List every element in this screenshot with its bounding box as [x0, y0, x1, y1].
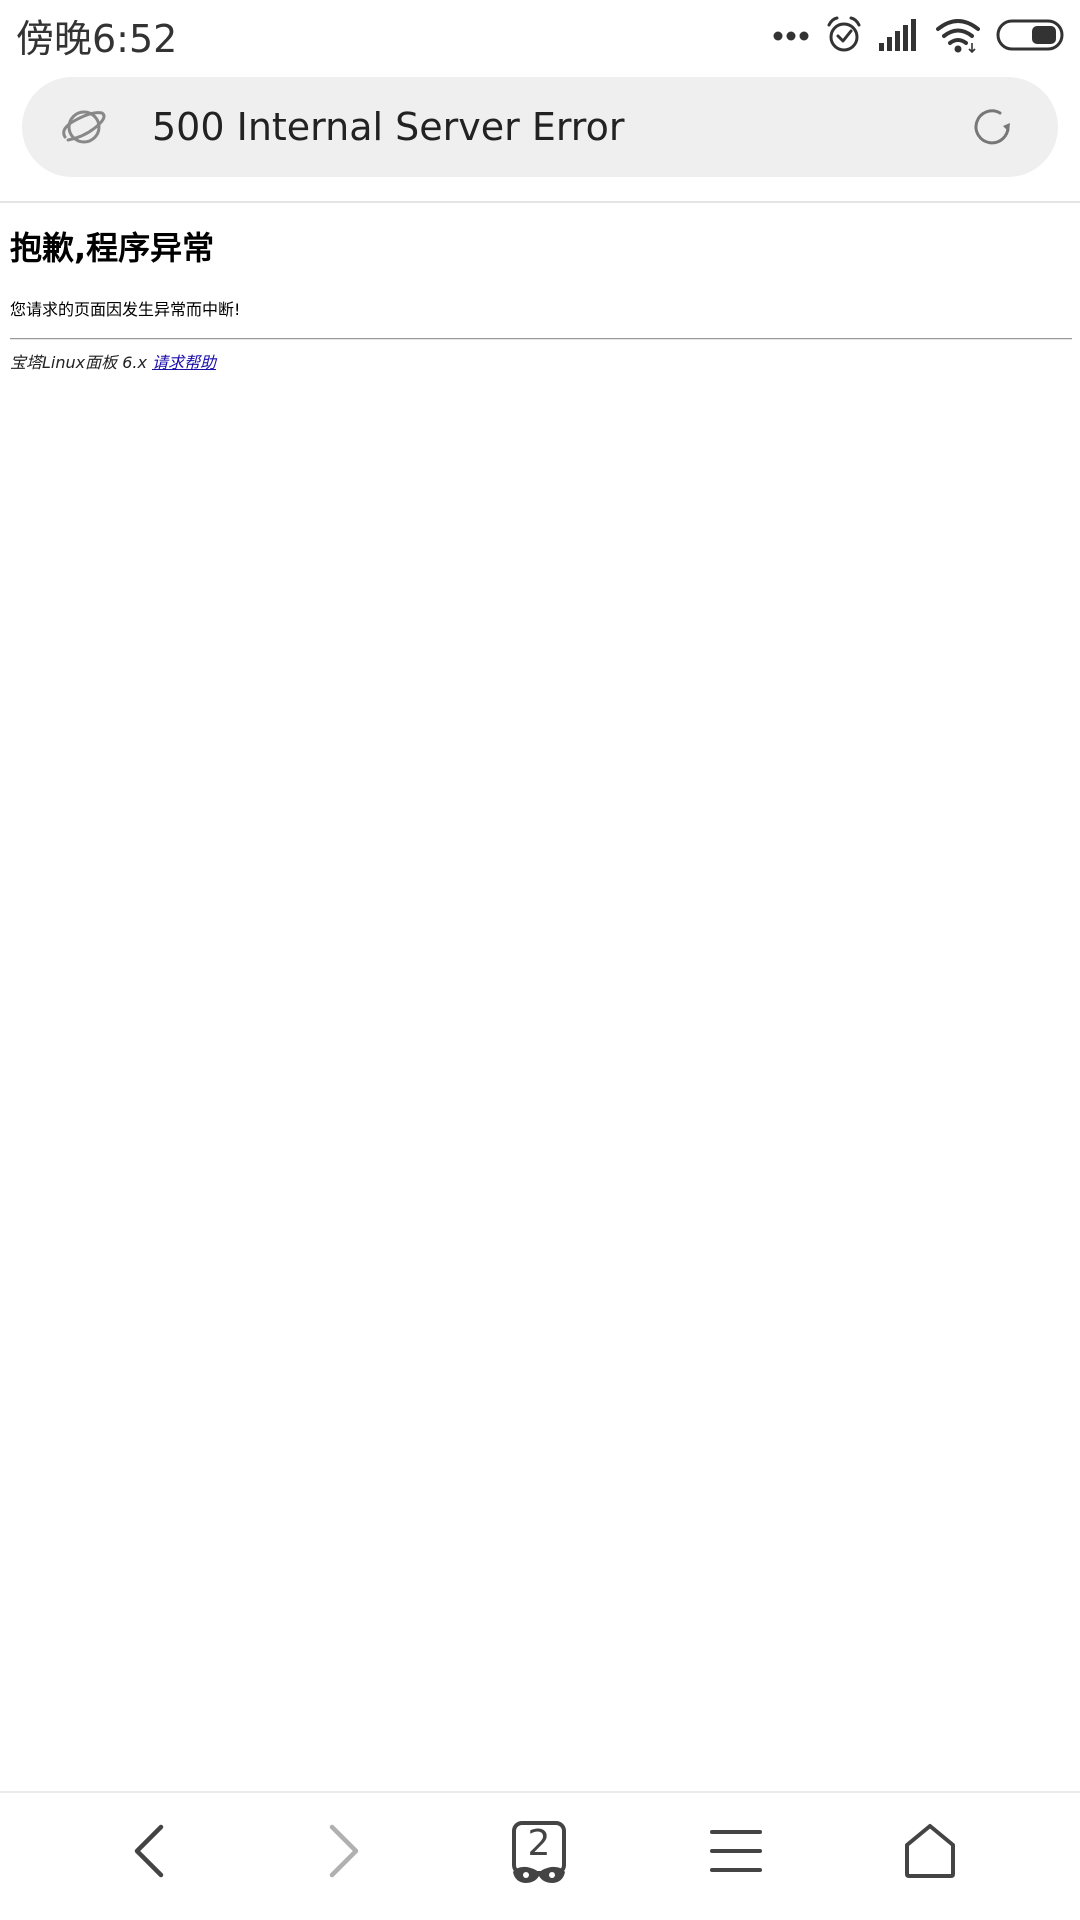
home-icon	[903, 1823, 957, 1883]
web-content: 抱歉,程序异常 您请求的页面因发生异常而中断! 宝塔Linux面板 6.x 请求…	[10, 224, 1072, 375]
address-bar[interactable]: 500 Internal Server Error	[22, 77, 1058, 177]
tabs-button[interactable]: 2	[489, 1813, 589, 1893]
alarm-icon	[826, 16, 862, 54]
reload-icon[interactable]	[968, 102, 1018, 152]
footer-line: 宝塔Linux面板 6.x 请求帮助	[10, 351, 1072, 375]
back-icon	[129, 1824, 169, 1882]
menu-button[interactable]	[686, 1813, 786, 1893]
footer-text: 宝塔Linux面板 6.x	[10, 353, 153, 372]
home-button[interactable]	[880, 1813, 980, 1893]
menu-icon	[710, 1828, 762, 1878]
browser-screen: 傍晚6:52 500 Internal Server Error 抱歉,程序异常…	[0, 0, 1080, 1920]
planet-icon	[62, 97, 152, 157]
toolbar-divider	[0, 201, 1080, 203]
error-message: 您请求的页面因发生异常而中断!	[10, 300, 241, 319]
forward-icon	[324, 1824, 364, 1882]
error-heading: 抱歉,程序异常	[10, 229, 215, 267]
back-button[interactable]	[99, 1813, 199, 1893]
signal-icon	[878, 19, 920, 51]
status-bar: 傍晚6:52	[0, 0, 1080, 70]
forward-button[interactable]	[294, 1813, 394, 1893]
tabs-icon: 2	[511, 1820, 567, 1886]
status-time: 傍晚6:52	[16, 16, 178, 61]
page-title-bar: 500 Internal Server Error	[152, 105, 625, 149]
battery-icon	[996, 19, 1064, 51]
help-link[interactable]: 请求帮助	[152, 353, 216, 372]
wifi-icon	[936, 17, 980, 53]
tab-count: 2	[527, 1823, 551, 1864]
horizontal-rule	[10, 338, 1072, 340]
bottom-nav: 2	[0, 1793, 1080, 1920]
more-dots-icon	[772, 28, 810, 42]
status-icons	[772, 16, 1064, 54]
